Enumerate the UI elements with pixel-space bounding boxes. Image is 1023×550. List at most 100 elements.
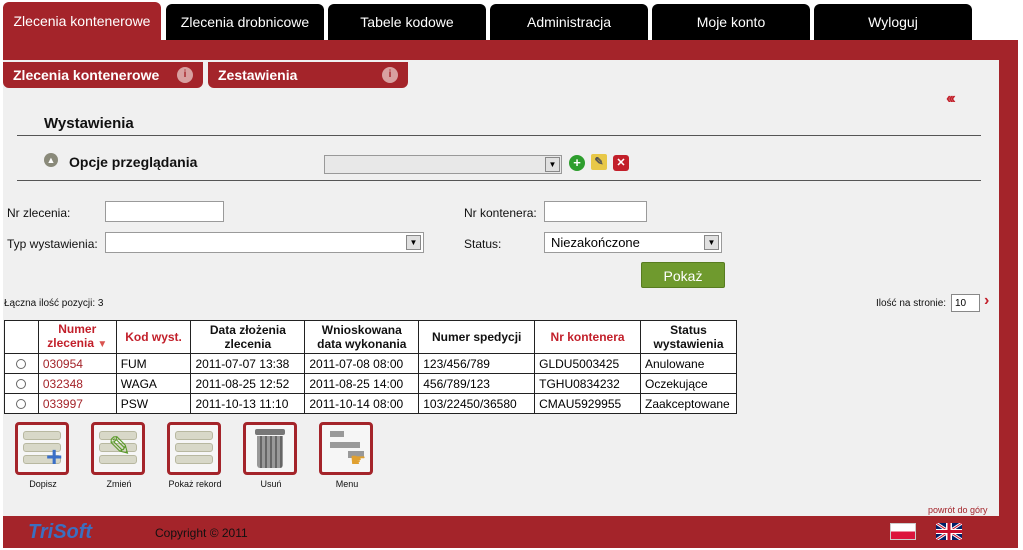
cell-numer-zlecenia[interactable]: 032348 [37,373,117,394]
nr-kontenera-input[interactable] [544,201,647,222]
cell-nr-kontenera: GLDU5003425 [534,353,641,374]
status-select[interactable]: Niezakończone ▼ [544,232,722,253]
table-row[interactable]: 033997 PSW 2011-10-13 11:10 2011-10-14 0… [4,393,737,414]
header-wnioskowana-data[interactable]: Wnioskowana data wykonania [304,320,420,354]
cell-data-zlozenia: 2011-08-25 12:52 [190,373,306,394]
typ-wystawienia-select[interactable]: ▼ [105,232,424,253]
trash-lid [255,429,285,435]
english-flag-icon[interactable] [935,521,963,542]
subtab-label: Zestawienia [218,67,298,83]
edit-record-button[interactable]: ✎ [91,422,145,475]
menu-label: Menu [335,479,359,489]
cell-numer-spedycji: 123/456/789 [418,353,536,374]
view-options-select[interactable]: ▼ [324,155,562,174]
per-page-input[interactable] [951,294,980,312]
cell-status: Anulowane [640,353,737,374]
add-record-button[interactable]: + [15,422,69,475]
copyright-text: Copyright © 2011 [155,526,248,540]
cell-wnioskowana-data: 2011-07-08 08:00 [304,353,420,374]
cell-numer-spedycji: 103/22450/36580 [418,393,536,414]
table-row[interactable]: 030954 FUM 2011-07-07 13:38 2011-07-08 0… [4,353,737,374]
typ-wystawienia-label: Typ wystawienia: [7,237,98,251]
tab-zlecenia-drobnicowe[interactable]: Zlecenia drobnicowe [166,4,324,40]
radio-button[interactable] [16,399,27,410]
row-select[interactable] [4,353,39,374]
radio-button[interactable] [16,359,27,370]
header-numer-spedycji[interactable]: Numer spedycji [418,320,536,354]
menu-button[interactable]: ☛ [319,422,373,475]
cell-numer-zlecenia[interactable]: 033997 [37,393,117,414]
sort-down-icon[interactable]: ▼ [97,339,107,350]
tab-wyloguj[interactable]: Wyloguj [814,4,972,40]
cell-data-zlozenia: 2011-07-07 13:38 [190,353,306,374]
cell-numer-zlecenia[interactable]: 030954 [37,353,117,374]
next-page-icon[interactable]: › [984,292,989,310]
subtab-zlecenia-kontenerowe[interactable]: Zlecenia kontenerowe i [3,62,203,88]
header-numer-zlecenia[interactable]: Numer zlecenia ▼ [37,320,117,354]
divider [17,180,981,181]
cell-numer-spedycji: 456/789/123 [418,373,536,394]
stack-layer [175,443,213,452]
header-data-zlozenia[interactable]: Data złożenia zlecenia [190,320,306,354]
stack-layer [175,431,213,440]
show-record-label: Pokaż rekord [168,479,222,489]
content-area [3,60,999,516]
add-icon[interactable]: + [569,155,585,171]
plus-icon: + [46,441,63,472]
top-navigation: Zlecenia kontenerowe Zlecenia drobnicowe… [0,0,1023,40]
status-value: Niezakończone [551,235,640,250]
nr-zlecenia-label: Nr zlecenia: [7,206,71,220]
chevron-down-icon: ▼ [545,157,560,172]
trash-icon [257,436,283,468]
delete-record-label: Usuń [260,479,282,489]
stack-layer [23,431,61,440]
info-icon: i [177,67,193,83]
cell-data-zlozenia: 2011-10-13 11:10 [190,393,306,414]
show-button[interactable]: Pokaż [641,262,725,288]
orders-table: Numer zlecenia ▼ Kod wyst. Data złożenia… [4,320,737,414]
cell-kod-wyst: PSW [115,393,192,414]
uk-flag-graphic [935,521,963,542]
add-record-label: Dopisz [29,479,57,489]
select-column-header [4,320,39,354]
row-select[interactable] [4,393,39,414]
tab-tabele-kodowe[interactable]: Tabele kodowe [328,4,486,40]
subtab-zestawienia[interactable]: Zestawienia i [208,62,408,88]
header-status[interactable]: Status wystawienia [640,320,737,354]
nr-zlecenia-input[interactable] [105,201,224,222]
back-to-top-link[interactable]: powrót do góry [928,505,988,515]
show-record-button[interactable] [167,422,221,475]
header-nr-kontenera[interactable]: Nr kontenera [534,320,641,354]
cell-status: Zaakceptowane [640,393,737,414]
info-icon: i [382,67,398,83]
table-row[interactable]: 032348 WAGA 2011-08-25 12:52 2011-08-25 … [4,373,737,394]
polish-flag-icon[interactable] [890,523,916,540]
chevron-up-icon[interactable]: ▲ [44,153,58,167]
table-header-row: Numer zlecenia ▼ Kod wyst. Data złożenia… [4,320,737,354]
status-label: Status: [464,237,502,251]
stack-layer [175,455,213,464]
cell-status: Oczekujące [640,373,737,394]
row-select[interactable] [4,373,39,394]
edit-icon[interactable]: ✎ [591,154,607,170]
edit-record-label: Zmień [106,479,132,489]
nr-kontenera-label: Nr kontenera: [464,206,537,220]
delete-icon[interactable]: ✕ [613,155,629,171]
menu-bar [330,431,344,437]
page-title: Wystawienia [44,115,134,132]
divider [17,135,981,136]
cell-wnioskowana-data: 2011-08-25 14:00 [304,373,420,394]
tab-zlecenia-kontenerowe[interactable]: Zlecenia kontenerowe [3,2,161,40]
tab-administracja[interactable]: Administracja [490,4,648,40]
total-count: Łączna ilość pozycji: 3 [4,298,104,309]
delete-record-button[interactable] [243,422,297,475]
tab-moje-konto[interactable]: Moje konto [652,4,810,40]
cell-kod-wyst: FUM [115,353,192,374]
subtab-label: Zlecenia kontenerowe [13,67,160,83]
per-page-label: Ilość na stronie: [876,298,947,309]
radio-button[interactable] [16,379,27,390]
chevron-down-icon: ▼ [704,235,719,250]
header-kod-wyst[interactable]: Kod wyst. [115,320,192,354]
collapse-arrows-icon[interactable]: ‹‹‹ [946,90,956,108]
hand-pointer-icon: ☛ [350,450,367,470]
